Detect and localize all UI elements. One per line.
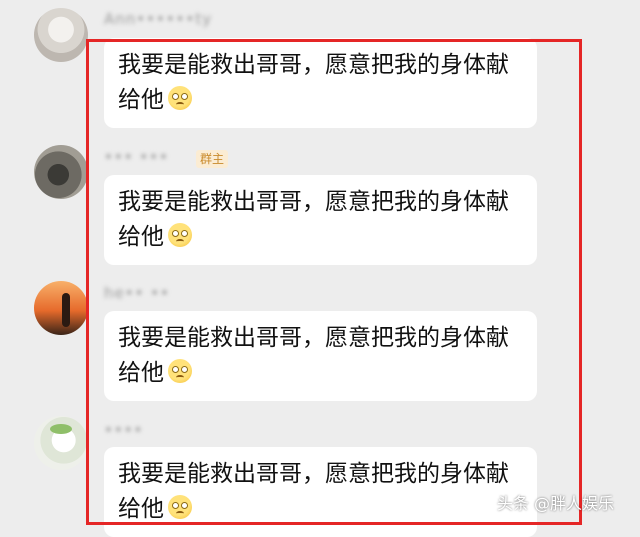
sender-name: he•• •• <box>104 284 170 302</box>
sender-name: Ann••••••ty <box>104 10 213 28</box>
message-bubble[interactable]: 我要是能救出哥哥，愿意把我的身体献给他 <box>104 175 537 265</box>
watermark: 头条 @胖人娱乐 <box>496 494 614 513</box>
sender-name: •••• <box>104 421 144 439</box>
group-owner-badge: 群主 <box>196 150 229 168</box>
message-bubble[interactable]: 我要是能救出哥哥，愿意把我的身体献给他 <box>104 38 537 128</box>
message-bubble[interactable]: 我要是能救出哥哥，愿意把我的身体献给他 <box>104 447 537 537</box>
sender-name: ••• ••• <box>104 148 169 166</box>
slightly-frowning-face-icon <box>168 359 192 383</box>
slightly-frowning-face-icon <box>168 86 192 110</box>
avatar[interactable] <box>34 8 88 62</box>
avatar[interactable] <box>34 416 88 470</box>
avatar[interactable] <box>34 281 88 335</box>
slightly-frowning-face-icon <box>168 223 192 247</box>
message-bubble[interactable]: 我要是能救出哥哥，愿意把我的身体献给他 <box>104 311 537 401</box>
slightly-frowning-face-icon <box>168 495 192 519</box>
avatar[interactable] <box>34 145 88 199</box>
